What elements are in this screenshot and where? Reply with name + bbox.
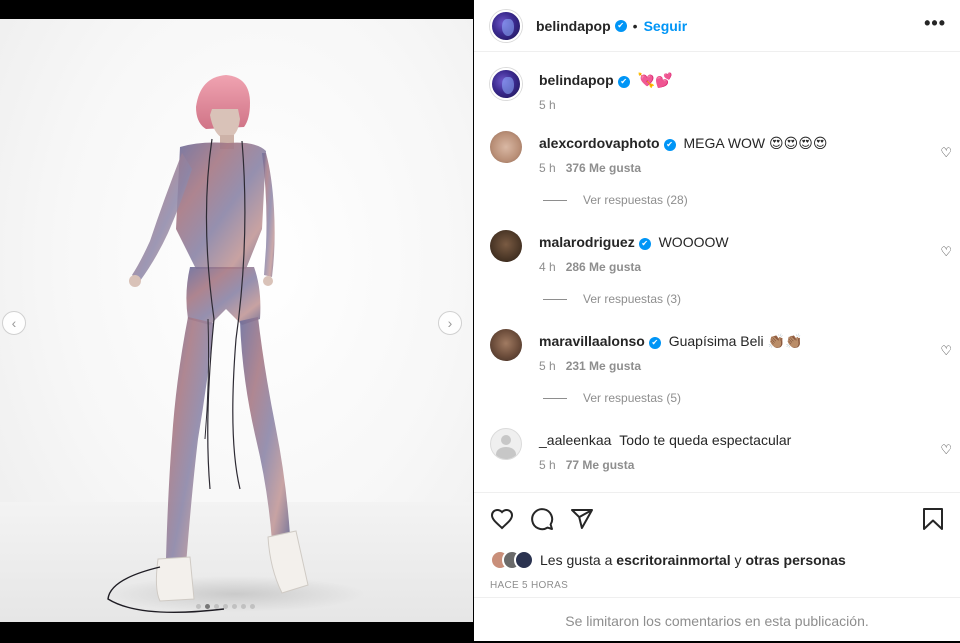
comment-likes[interactable]: 376 Me gusta — [566, 161, 641, 175]
carousel-indicator — [196, 604, 255, 609]
more-options-icon[interactable]: ••• — [924, 13, 946, 34]
share-icon[interactable] — [570, 507, 594, 531]
verified-icon: ✔ — [663, 139, 676, 151]
post-header: belindapop ✔ • Seguir ••• — [474, 0, 960, 52]
comment-item: _aaleenkaa Todo te queda espectacular 5 … — [490, 428, 960, 472]
comment-text: MEGA WOW 😍😍😍😍 — [683, 135, 828, 151]
post-timestamp[interactable]: HACE 5 HORAS — [490, 580, 568, 591]
comment-time[interactable]: 5 h — [539, 458, 556, 472]
carousel-dot — [205, 604, 210, 609]
comments-list[interactable]: belindapop ✔ 💘💕 5 h alexcordovaphoto ✔ MEG… — [474, 53, 960, 491]
liked-by-conj: y — [734, 552, 742, 568]
comment-username[interactable]: _aaleenkaa — [539, 432, 611, 448]
avatar — [514, 550, 534, 570]
avatar[interactable] — [490, 428, 522, 460]
comment-text: Todo te queda espectacular — [619, 432, 792, 448]
next-image-button[interactable]: › — [438, 311, 462, 335]
liked-by: Les gusta a escritorainmortal y otras pe… — [490, 550, 846, 570]
liked-by-prefix: Les gusta a — [540, 552, 613, 568]
carousel-dot — [241, 604, 246, 609]
post-photo — [105, 75, 365, 614]
post-side-panel: belindapop ✔ • Seguir ••• belindapop ✔ 💘💕… — [474, 0, 960, 641]
caption-username[interactable]: belindapop — [539, 72, 614, 88]
verified-icon: ✔ — [648, 337, 661, 349]
carousel-dot — [232, 604, 237, 609]
avatar[interactable] — [490, 9, 522, 42]
comment-username[interactable]: malarodriguez — [539, 234, 635, 250]
verified-icon: ✔ — [617, 76, 630, 88]
view-replies-button[interactable]: Ver respuestas (5) — [543, 391, 681, 405]
caption: belindapop ✔ 💘💕 5 h — [490, 68, 960, 112]
separator-dot: • — [632, 17, 638, 34]
heart-icon[interactable] — [490, 507, 514, 531]
heart-icon[interactable]: ♡ — [940, 244, 952, 260]
post-media[interactable]: ‹ › — [0, 19, 473, 622]
liked-by-user[interactable]: escritorainmortal — [616, 552, 730, 568]
heart-icon[interactable]: ♡ — [940, 145, 952, 161]
avatar[interactable] — [490, 230, 522, 262]
heart-icon[interactable]: ♡ — [940, 442, 952, 458]
carousel-dot — [196, 604, 201, 609]
action-icons — [490, 507, 944, 533]
caption-time[interactable]: 5 h — [539, 98, 556, 112]
comment-text: WOOOOW — [658, 234, 729, 250]
author-username[interactable]: belindapop — [536, 18, 611, 34]
comments-limited-notice: Se limitaron los comentarios en esta pub… — [474, 597, 960, 643]
heart-icon[interactable]: ♡ — [940, 343, 952, 359]
comment-time[interactable]: 5 h — [539, 359, 556, 373]
comment-text: Guapísima Beli 👏🏽👏🏽 — [668, 333, 803, 349]
avatar[interactable] — [490, 131, 522, 163]
comment-icon[interactable] — [530, 507, 554, 531]
comment-item: malarodriguez ✔ WOOOOW 4 h 286 Me gusta ♡ — [490, 230, 960, 274]
comment-time[interactable]: 4 h — [539, 260, 556, 274]
liked-by-others[interactable]: otras personas — [745, 552, 845, 568]
comment-item: maravillaalonso ✔ Guapísima Beli 👏🏽👏🏽 5 h… — [490, 329, 960, 373]
chevron-right-icon: › — [447, 315, 453, 331]
comment-username[interactable]: alexcordovaphoto — [539, 135, 660, 151]
caption-text: 💘💕 — [637, 72, 673, 88]
post-dialog: ‹ › belindapop ✔ • Seguir ••• belindapop… — [0, 0, 960, 641]
comment-item: alexcordovaphoto ✔ MEGA WOW 😍😍😍😍 5 h 376 M… — [490, 131, 960, 175]
comment-likes[interactable]: 286 Me gusta — [566, 260, 641, 274]
avatar[interactable] — [490, 68, 522, 100]
verified-icon: ✔ — [614, 19, 627, 32]
follow-button[interactable]: Seguir — [644, 18, 688, 34]
comment-likes[interactable]: 77 Me gusta — [566, 458, 635, 472]
post-actions: Les gusta a escritorainmortal y otras pe… — [474, 492, 960, 642]
carousel-dot — [223, 604, 228, 609]
carousel-dot — [250, 604, 255, 609]
carousel-dot — [214, 604, 219, 609]
chevron-left-icon: ‹ — [11, 315, 17, 331]
prev-image-button[interactable]: ‹ — [2, 311, 26, 335]
verified-icon: ✔ — [638, 238, 651, 250]
view-replies-button[interactable]: Ver respuestas (3) — [543, 292, 681, 306]
bookmark-icon[interactable] — [922, 507, 944, 531]
comment-time[interactable]: 5 h — [539, 161, 556, 175]
comment-username[interactable]: maravillaalonso — [539, 333, 645, 349]
liker-avatars[interactable] — [490, 550, 534, 570]
view-replies-button[interactable]: Ver respuestas (28) — [543, 193, 688, 207]
avatar[interactable] — [490, 329, 522, 361]
comment-likes[interactable]: 231 Me gusta — [566, 359, 641, 373]
